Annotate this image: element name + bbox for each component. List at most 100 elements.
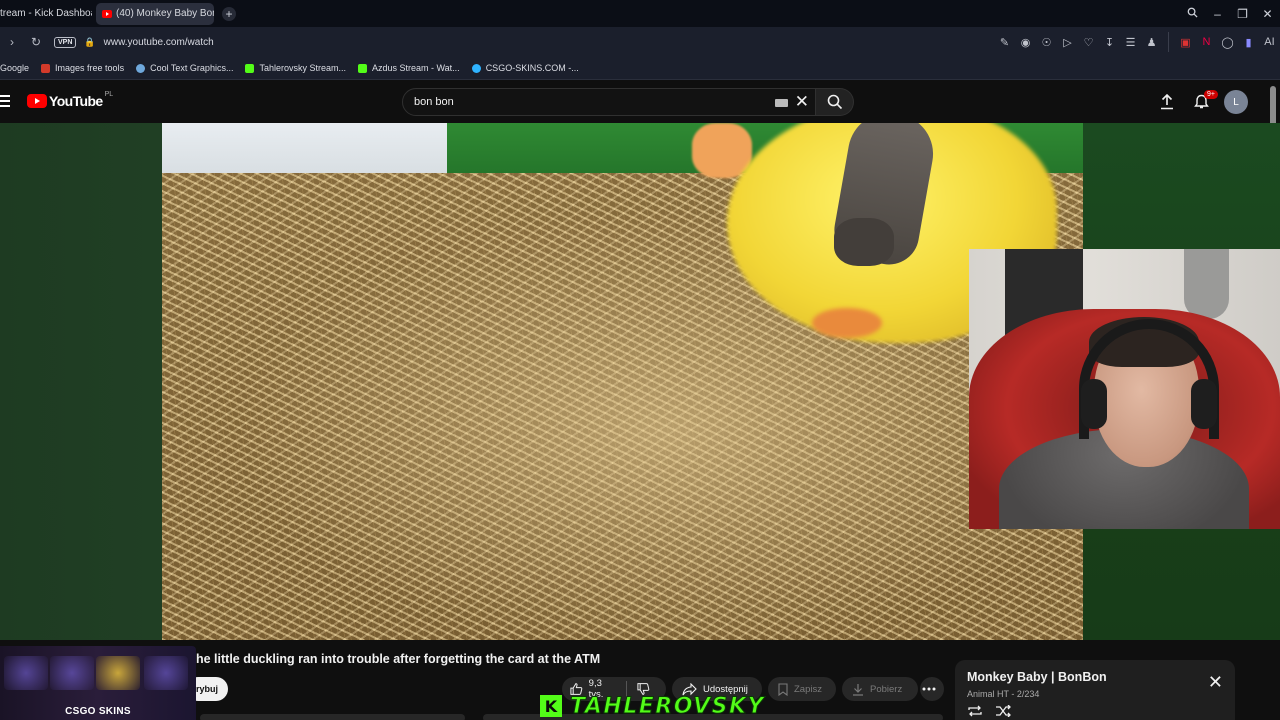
- forward-icon[interactable]: ›: [0, 35, 24, 49]
- channel-row-placeholder: [200, 714, 465, 720]
- close-window-icon[interactable]: ✕: [1255, 7, 1280, 21]
- bookmark-label: CSGO-SKINS.COM -...: [485, 63, 579, 73]
- playlist-subtitle: Animal HT - 2/234: [967, 689, 1040, 699]
- streamer-name: TAHLEROVSKY: [570, 693, 765, 719]
- webcam-lamp: [1184, 249, 1229, 319]
- close-icon[interactable]: ✕: [1208, 672, 1223, 693]
- headset-earcup: [1191, 379, 1217, 429]
- maximize-icon[interactable]: ❐: [1230, 7, 1255, 21]
- download-button[interactable]: Pobierz: [842, 677, 918, 701]
- avatar[interactable]: L: [1224, 90, 1248, 114]
- playlist-title[interactable]: Monkey Baby | BonBon: [967, 670, 1107, 684]
- bookmark-icon: [778, 682, 788, 696]
- streamer-watermark: K TAHLEROVSKY: [540, 693, 765, 719]
- csgo-skins-label: CSGO SKINS: [65, 706, 131, 717]
- playlist-controls: [967, 704, 1023, 720]
- edit-icon[interactable]: ✎: [994, 36, 1015, 49]
- webcam-overlay: [969, 249, 1280, 529]
- window-controls: – ❐ ✕: [1180, 0, 1280, 27]
- csgo-skins-banner: CSGO SKINS: [0, 646, 196, 720]
- youtube-favicon-icon: [102, 9, 112, 18]
- bookmark-tahlerovsky[interactable]: Tahlerovsky Stream...: [245, 63, 346, 73]
- vpn-badge[interactable]: VPN: [54, 36, 77, 48]
- bookmarks-bar: Google Images free tools Cool Text Graph…: [0, 57, 1280, 80]
- save-button[interactable]: Zapisz: [768, 677, 836, 701]
- youtube-logo[interactable]: YouTube PL: [27, 90, 114, 109]
- search-button[interactable]: [816, 88, 854, 116]
- kick-icon: [245, 63, 255, 73]
- menu-icon[interactable]: ☰: [1120, 36, 1141, 49]
- country-code: PL: [104, 90, 114, 98]
- reload-icon[interactable]: ↻: [24, 35, 48, 49]
- subscribe-label: rybuj: [195, 684, 218, 694]
- url-field[interactable]: www.youtube.com/watch: [104, 37, 214, 48]
- notifications-badge: 9+: [1204, 90, 1218, 99]
- address-bar-tools: ✎ ◉ ☉ ▷ ♡ ↧ ☰ ♟ ▣ N ◯ ▮ AI: [994, 27, 1280, 57]
- more-horizontal-icon: [922, 687, 936, 691]
- tab-label: (40) Monkey Baby Bon Bo: [116, 8, 214, 19]
- knife-skin-icon: [96, 656, 140, 690]
- bookmark-cool-text[interactable]: Cool Text Graphics...: [136, 63, 233, 73]
- more-actions-button[interactable]: [920, 677, 944, 701]
- extension-icon[interactable]: N: [1196, 36, 1217, 48]
- playlist-panel: Monkey Baby | BonBon Animal HT - 2/234 ✕: [955, 660, 1235, 720]
- kick-logo-icon: K: [540, 695, 562, 717]
- extension-icon[interactable]: ▮: [1238, 36, 1259, 49]
- play-icon[interactable]: ▷: [1057, 36, 1078, 49]
- minimize-icon[interactable]: –: [1205, 7, 1230, 21]
- video-player[interactable]: [162, 123, 1083, 640]
- tab-kick-dashboard[interactable]: tream - Kick Dashboard: [0, 3, 92, 25]
- header-actions: 9+ L: [1150, 90, 1248, 114]
- search-query: bon bon: [414, 96, 454, 108]
- rifle-skin-icon: [4, 656, 48, 690]
- youtube-play-icon: [27, 94, 47, 108]
- video-title: he little duckling ran into trouble afte…: [196, 652, 601, 666]
- bookmark-label: Images free tools: [55, 63, 125, 73]
- clear-search-icon[interactable]: ✕: [795, 92, 809, 112]
- bookmark-label: Tahlerovsky Stream...: [259, 63, 346, 73]
- kick-icon: [357, 63, 367, 73]
- bookmark-label: Azdus Stream - Wat...: [371, 63, 460, 73]
- download-label: Pobierz: [870, 683, 903, 695]
- hamburger-menu-icon[interactable]: [0, 95, 10, 110]
- notifications-button[interactable]: 9+: [1184, 90, 1218, 114]
- loop-icon[interactable]: [967, 704, 983, 720]
- bookmark-google[interactable]: Google: [0, 63, 29, 73]
- bookmark-csgo-skins[interactable]: CSGO-SKINS.COM -...: [471, 63, 579, 73]
- ai-button[interactable]: AI: [1259, 36, 1280, 48]
- sniper-skin-icon: [144, 656, 188, 690]
- search-input[interactable]: bon bon ✕: [402, 88, 816, 116]
- bookmark-azdus[interactable]: Azdus Stream - Wat...: [357, 63, 460, 73]
- shuffle-icon[interactable]: [995, 704, 1011, 720]
- search-icon: [827, 94, 842, 110]
- new-tab-button[interactable]: +: [222, 6, 236, 21]
- extension-icon[interactable]: ◯: [1217, 36, 1238, 49]
- profile-icon[interactable]: ♟: [1141, 36, 1162, 49]
- bookmark-images-free-tools[interactable]: Images free tools: [41, 63, 124, 73]
- keyboard-icon[interactable]: [775, 99, 788, 107]
- browser-tab-bar: tream - Kick Dashboard (40) Monkey Baby …: [0, 0, 1280, 27]
- screen: tream - Kick Dashboard (40) Monkey Baby …: [0, 0, 1280, 720]
- images-icon: [41, 63, 51, 73]
- tab-label: tream - Kick Dashboard: [0, 8, 92, 19]
- youtube-header: YouTube PL bon bon ✕ 9+ L: [0, 80, 1280, 123]
- rifle-skin-icon: [50, 656, 94, 690]
- tab-youtube-active[interactable]: (40) Monkey Baby Bon Bo: [96, 2, 214, 25]
- download-icon[interactable]: ↧: [1099, 36, 1120, 49]
- extension-icon[interactable]: ▣: [1175, 36, 1196, 49]
- bookmark-label: Google: [0, 63, 30, 73]
- lock-icon: 🔒: [84, 36, 96, 47]
- camera-icon[interactable]: ◉: [1015, 36, 1036, 49]
- search-tabs-icon[interactable]: [1180, 7, 1205, 21]
- video-frame-monkey-hand: [834, 218, 894, 266]
- save-label: Zapisz: [794, 683, 822, 695]
- upload-icon: [1161, 94, 1173, 110]
- upload-button[interactable]: [1150, 90, 1184, 114]
- shield-icon[interactable]: ☉: [1036, 36, 1057, 49]
- divider: [1168, 32, 1169, 52]
- video-frame-duck-foot: [812, 308, 882, 338]
- logo-text: YouTube: [49, 93, 103, 109]
- headset-earcup: [1081, 379, 1107, 429]
- address-bar: › ↻ VPN 🔒 www.youtube.com/watch ✎ ◉ ☉ ▷ …: [0, 27, 1280, 57]
- heart-icon[interactable]: ♡: [1078, 36, 1099, 49]
